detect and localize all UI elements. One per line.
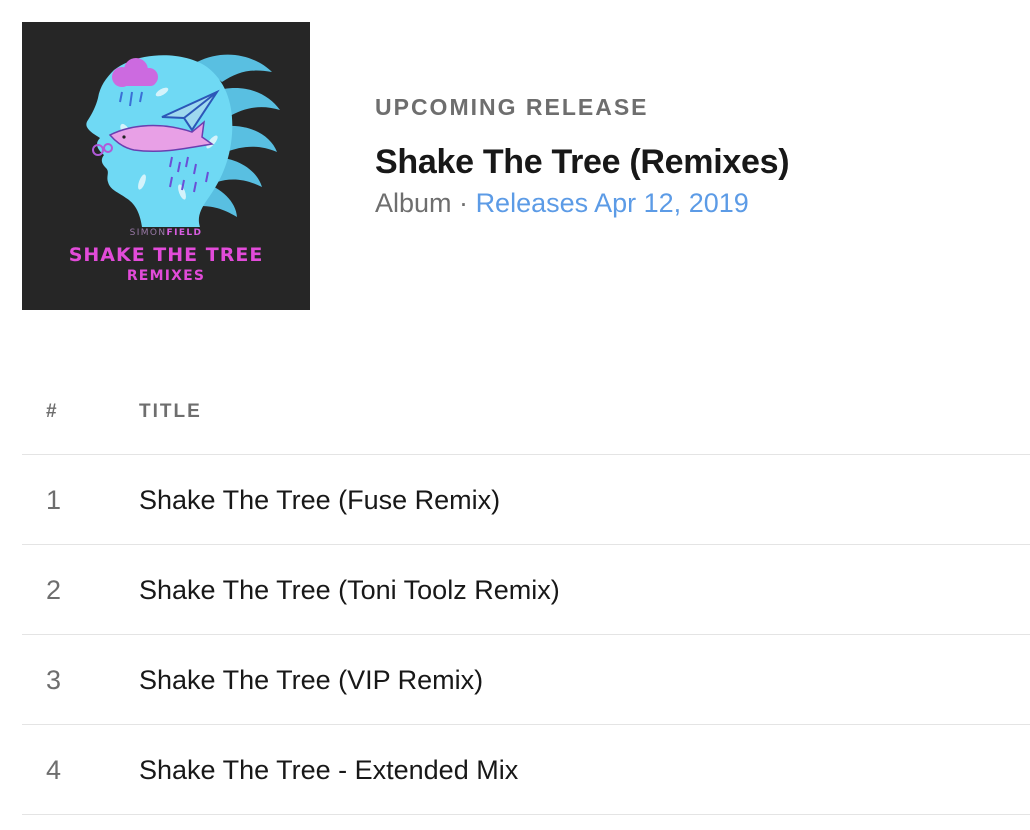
tracklist: # TITLE 1 Shake The Tree (Fuse Remix) 2 … bbox=[22, 380, 1030, 815]
track-number: 4 bbox=[46, 755, 62, 785]
album-cover[interactable]: SIMONFIELD SHAKE THE TREE REMIXES bbox=[22, 22, 310, 310]
track-row[interactable]: 1 Shake The Tree (Fuse Remix) bbox=[22, 455, 1030, 545]
track-number: 3 bbox=[46, 665, 62, 695]
cover-artist-second: FIELD bbox=[166, 228, 203, 238]
album-title: Shake The Tree (Remixes) bbox=[375, 143, 790, 181]
cover-artist-first: SIMON bbox=[129, 228, 167, 238]
track-title[interactable]: Shake The Tree - Extended Mix bbox=[139, 754, 518, 786]
column-number-header[interactable]: # bbox=[46, 401, 57, 423]
album-header: UPCOMING RELEASE Shake The Tree (Remixes… bbox=[375, 92, 790, 220]
release-date-link[interactable]: Releases Apr 12, 2019 bbox=[476, 188, 749, 218]
column-title-header[interactable]: TITLE bbox=[139, 401, 202, 423]
track-number: 2 bbox=[46, 575, 62, 605]
track-title[interactable]: Shake The Tree (Fuse Remix) bbox=[139, 484, 500, 516]
track-row[interactable]: 2 Shake The Tree (Toni Toolz Remix) bbox=[22, 545, 1030, 635]
track-row[interactable]: 4 Shake The Tree - Extended Mix bbox=[22, 725, 1030, 815]
cover-title: SHAKE THE TREE bbox=[68, 244, 264, 266]
track-title[interactable]: Shake The Tree (Toni Toolz Remix) bbox=[139, 574, 560, 606]
cover-art-image bbox=[86, 54, 280, 228]
meta-separator: · bbox=[459, 188, 469, 218]
cover-artist-name: SIMONFIELD bbox=[22, 228, 310, 238]
album-meta: Album · Releases Apr 12, 2019 bbox=[375, 186, 789, 220]
track-row[interactable]: 3 Shake The Tree (VIP Remix) bbox=[22, 635, 1030, 725]
tracklist-header: # TITLE bbox=[22, 380, 1030, 455]
cover-subtitle: REMIXES bbox=[126, 268, 206, 284]
track-number: 1 bbox=[46, 485, 62, 515]
release-eyebrow: UPCOMING RELEASE bbox=[375, 94, 649, 120]
album-type: Album bbox=[375, 188, 452, 218]
track-title[interactable]: Shake The Tree (VIP Remix) bbox=[139, 664, 483, 696]
